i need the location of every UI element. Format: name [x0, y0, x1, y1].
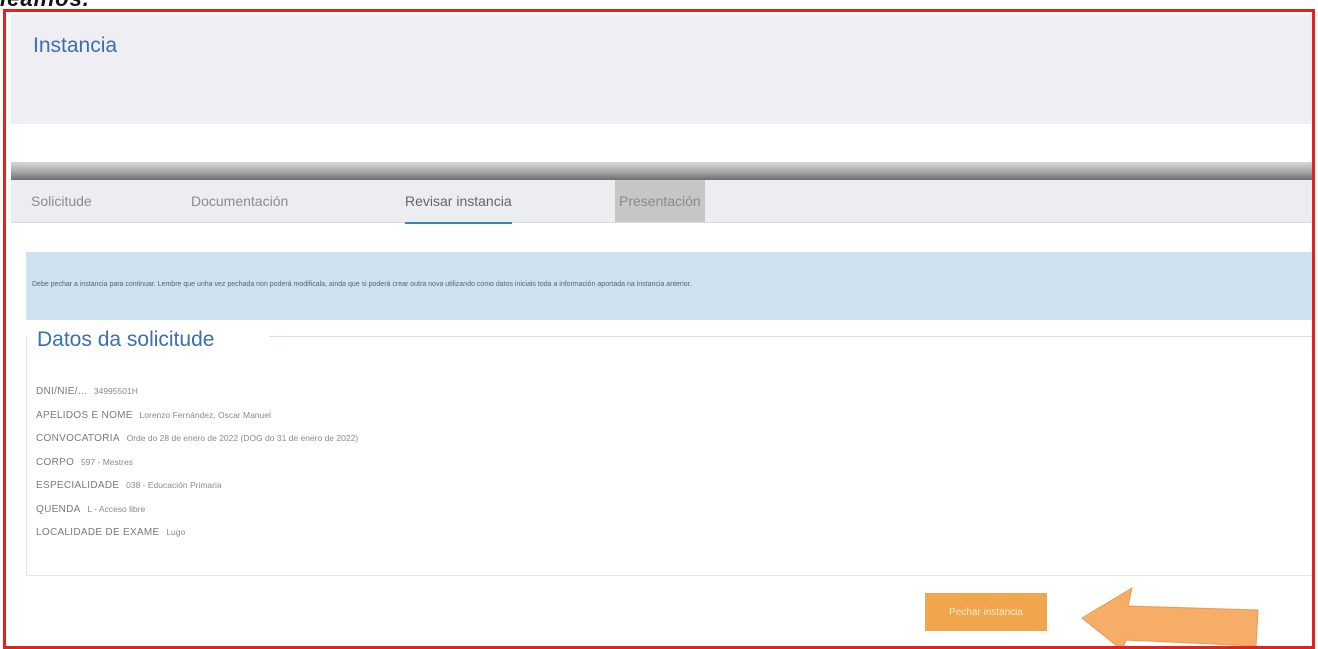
- pointer-arrow-icon: [1081, 586, 1259, 646]
- info-banner-text: Debe pechar a instancia para continuar. …: [32, 281, 692, 288]
- row-label: LOCALIDADE DE EXAME: [36, 527, 160, 538]
- page-header: Instancia: [11, 14, 1312, 124]
- row-value: 038 - Educación Primaria: [126, 480, 222, 490]
- section-title: Datos da solicitude: [37, 328, 221, 352]
- row-label: DNI/NIE/...: [36, 386, 88, 397]
- tab-label: Documentación: [191, 193, 289, 209]
- row-value: 597 - Mestres: [80, 456, 133, 467]
- tab-revisar-instancia[interactable]: Revisar instancia: [405, 180, 512, 224]
- row-label: QUENDA: [36, 503, 81, 515]
- data-row-apelidos-nome: APELIDOS E NOME Lorenzo Fernández, Oscar…: [36, 410, 358, 434]
- row-label: ESPECIALIDADE: [36, 480, 120, 491]
- data-row-especialidade: ESPECIALIDADE 038 - Educación Primaria: [36, 480, 358, 504]
- row-value: L - Acceso libre: [87, 503, 146, 514]
- data-row-corpo: CORPO 597 - Mestres: [36, 457, 358, 481]
- row-value: Lorenzo Fernández, Oscar Manuel: [139, 409, 271, 420]
- active-tab-underline: [405, 222, 512, 224]
- tab-documentacion[interactable]: Documentación: [191, 180, 288, 222]
- row-label: CONVOCATORIA: [36, 433, 120, 444]
- row-label: APELIDOS E NOME: [36, 409, 133, 421]
- data-rows: DNI/NIE/... 34995501H APELIDOS E NOME Lo…: [36, 386, 358, 551]
- data-row-localidade-exame: LOCALIDADE DE EXAME Lugo: [36, 527, 358, 551]
- tab-label: Presentación: [619, 193, 701, 209]
- tab-label: Revisar instancia: [405, 193, 512, 209]
- row-label: CORPO: [36, 456, 75, 468]
- data-row-convocatoria: CONVOCATORIA Orde do 28 de enero de 2022…: [36, 433, 358, 457]
- row-value: 34995501H: [93, 386, 138, 396]
- pechar-instancia-button[interactable]: Pechar instancia: [925, 593, 1047, 631]
- datos-solicitude-section: Datos da solicitude DNI/NIE/... 34995501…: [26, 328, 1312, 576]
- data-row-dni: DNI/NIE/... 34995501H: [36, 386, 358, 410]
- row-value: Orde do 28 de enero de 2022 (DOG do 31 d…: [126, 433, 359, 443]
- page-title: Instancia: [33, 34, 118, 57]
- header-shadow-divider: [11, 162, 1312, 180]
- tab-label: Solicitude: [31, 193, 92, 209]
- tab-bar: Solicitude Documentación Revisar instanc…: [11, 180, 1312, 224]
- row-value: Lugo: [166, 527, 186, 537]
- info-banner: Debe pechar a instancia para continuar. …: [26, 252, 1312, 320]
- highlight-frame: Instancia Solicitude Documentación Revis…: [3, 9, 1315, 649]
- tab-presentacion: Presentación: [615, 180, 705, 222]
- tab-solicitude[interactable]: Solicitude: [31, 180, 92, 222]
- data-row-quenda: QUENDA L - Acceso libre: [36, 504, 358, 528]
- section-divider: [269, 336, 1312, 337]
